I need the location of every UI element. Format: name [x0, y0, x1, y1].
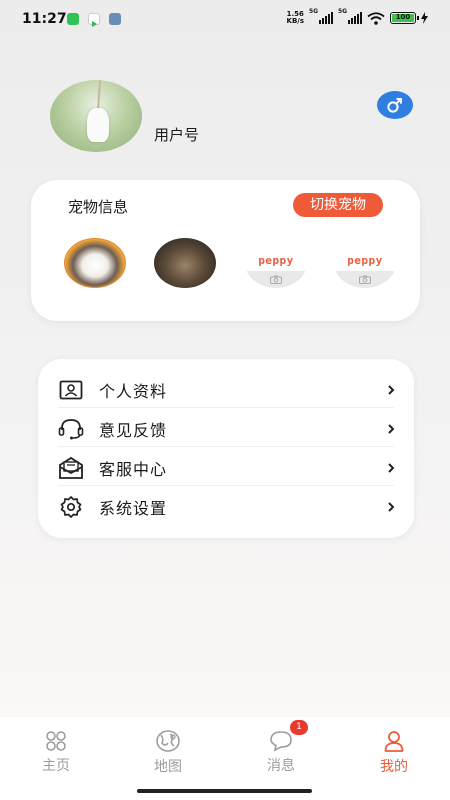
peppy-logo: peppy: [347, 254, 383, 267]
signal-icon: 5G: [309, 8, 333, 24]
menu-item-feedback[interactable]: 意见反馈: [58, 409, 395, 448]
camera-icon: [359, 275, 371, 284]
camera-icon: [270, 275, 282, 284]
nav-label: 地图: [154, 759, 182, 775]
network-speed: 1.56 KB/s: [286, 10, 304, 25]
divider: [58, 446, 394, 447]
charging-icon: [421, 12, 428, 24]
chevron-right-icon: [384, 461, 398, 475]
chevron-right-icon: [384, 383, 398, 397]
peppy-logo: peppy: [258, 254, 294, 267]
gear-icon: [58, 494, 84, 520]
chevron-right-icon: [384, 422, 398, 436]
status-time: 11:27: [22, 11, 67, 27]
username: 用户号: [154, 126, 200, 144]
wifi-icon: [367, 11, 385, 25]
status-bar: 11:27 1.56 KB/s 5G 5G 100: [0, 0, 450, 38]
nav-item-mine[interactable]: 我的: [364, 729, 424, 775]
tools-app-icon: [109, 13, 121, 25]
menu-card: 个人资料 意见反馈 客服中心 系统设置: [38, 359, 414, 538]
map-icon: [155, 729, 181, 753]
menu-item-settings[interactable]: 系统设置: [58, 487, 395, 526]
menu-label: 意见反馈: [99, 420, 168, 440]
menu-label: 个人资料: [99, 381, 168, 401]
avatar[interactable]: [50, 80, 142, 152]
person-icon: [381, 729, 407, 753]
pet-info-title: 宠物信息: [68, 198, 129, 216]
headset-icon: [58, 416, 84, 442]
home-indicator[interactable]: [137, 789, 312, 793]
menu-item-profile[interactable]: 个人资料: [58, 370, 395, 409]
pet-avatar-dog[interactable]: [154, 238, 216, 288]
pet-avatar-empty[interactable]: peppy: [334, 238, 396, 288]
nav-item-home[interactable]: 主页: [26, 729, 86, 775]
chevron-right-icon: [384, 500, 398, 514]
nav-label: 我的: [380, 759, 408, 775]
id-card-icon: [58, 377, 84, 403]
envelope-icon: [58, 455, 84, 481]
switch-pet-button[interactable]: 切换宠物: [293, 193, 383, 217]
bottom-nav: 主页 地图 1 消息 我的: [0, 717, 450, 800]
pet-info-card: 宠物信息 切换宠物 peppy peppy: [31, 180, 420, 321]
nav-item-messages[interactable]: 1 消息: [251, 720, 311, 775]
male-icon: [377, 91, 413, 119]
divider: [58, 485, 394, 486]
divider: [58, 407, 394, 408]
pet-avatar-cat[interactable]: [64, 238, 126, 288]
chat-icon: 1: [268, 720, 308, 752]
wechat-icon: [67, 13, 79, 25]
signal-icon-2: 5G: [338, 8, 362, 24]
grid-icon: [43, 729, 69, 752]
nav-item-map[interactable]: 地图: [138, 729, 198, 775]
menu-label: 系统设置: [99, 498, 168, 518]
unread-badge: 1: [290, 720, 308, 735]
menu-item-customer-service[interactable]: 客服中心: [58, 448, 395, 487]
video-app-icon: [88, 13, 100, 27]
battery-icon: 100: [390, 12, 419, 24]
nav-label: 消息: [267, 758, 295, 774]
pet-avatar-empty[interactable]: peppy: [245, 238, 307, 288]
nav-label: 主页: [42, 758, 70, 774]
menu-label: 客服中心: [99, 459, 168, 479]
